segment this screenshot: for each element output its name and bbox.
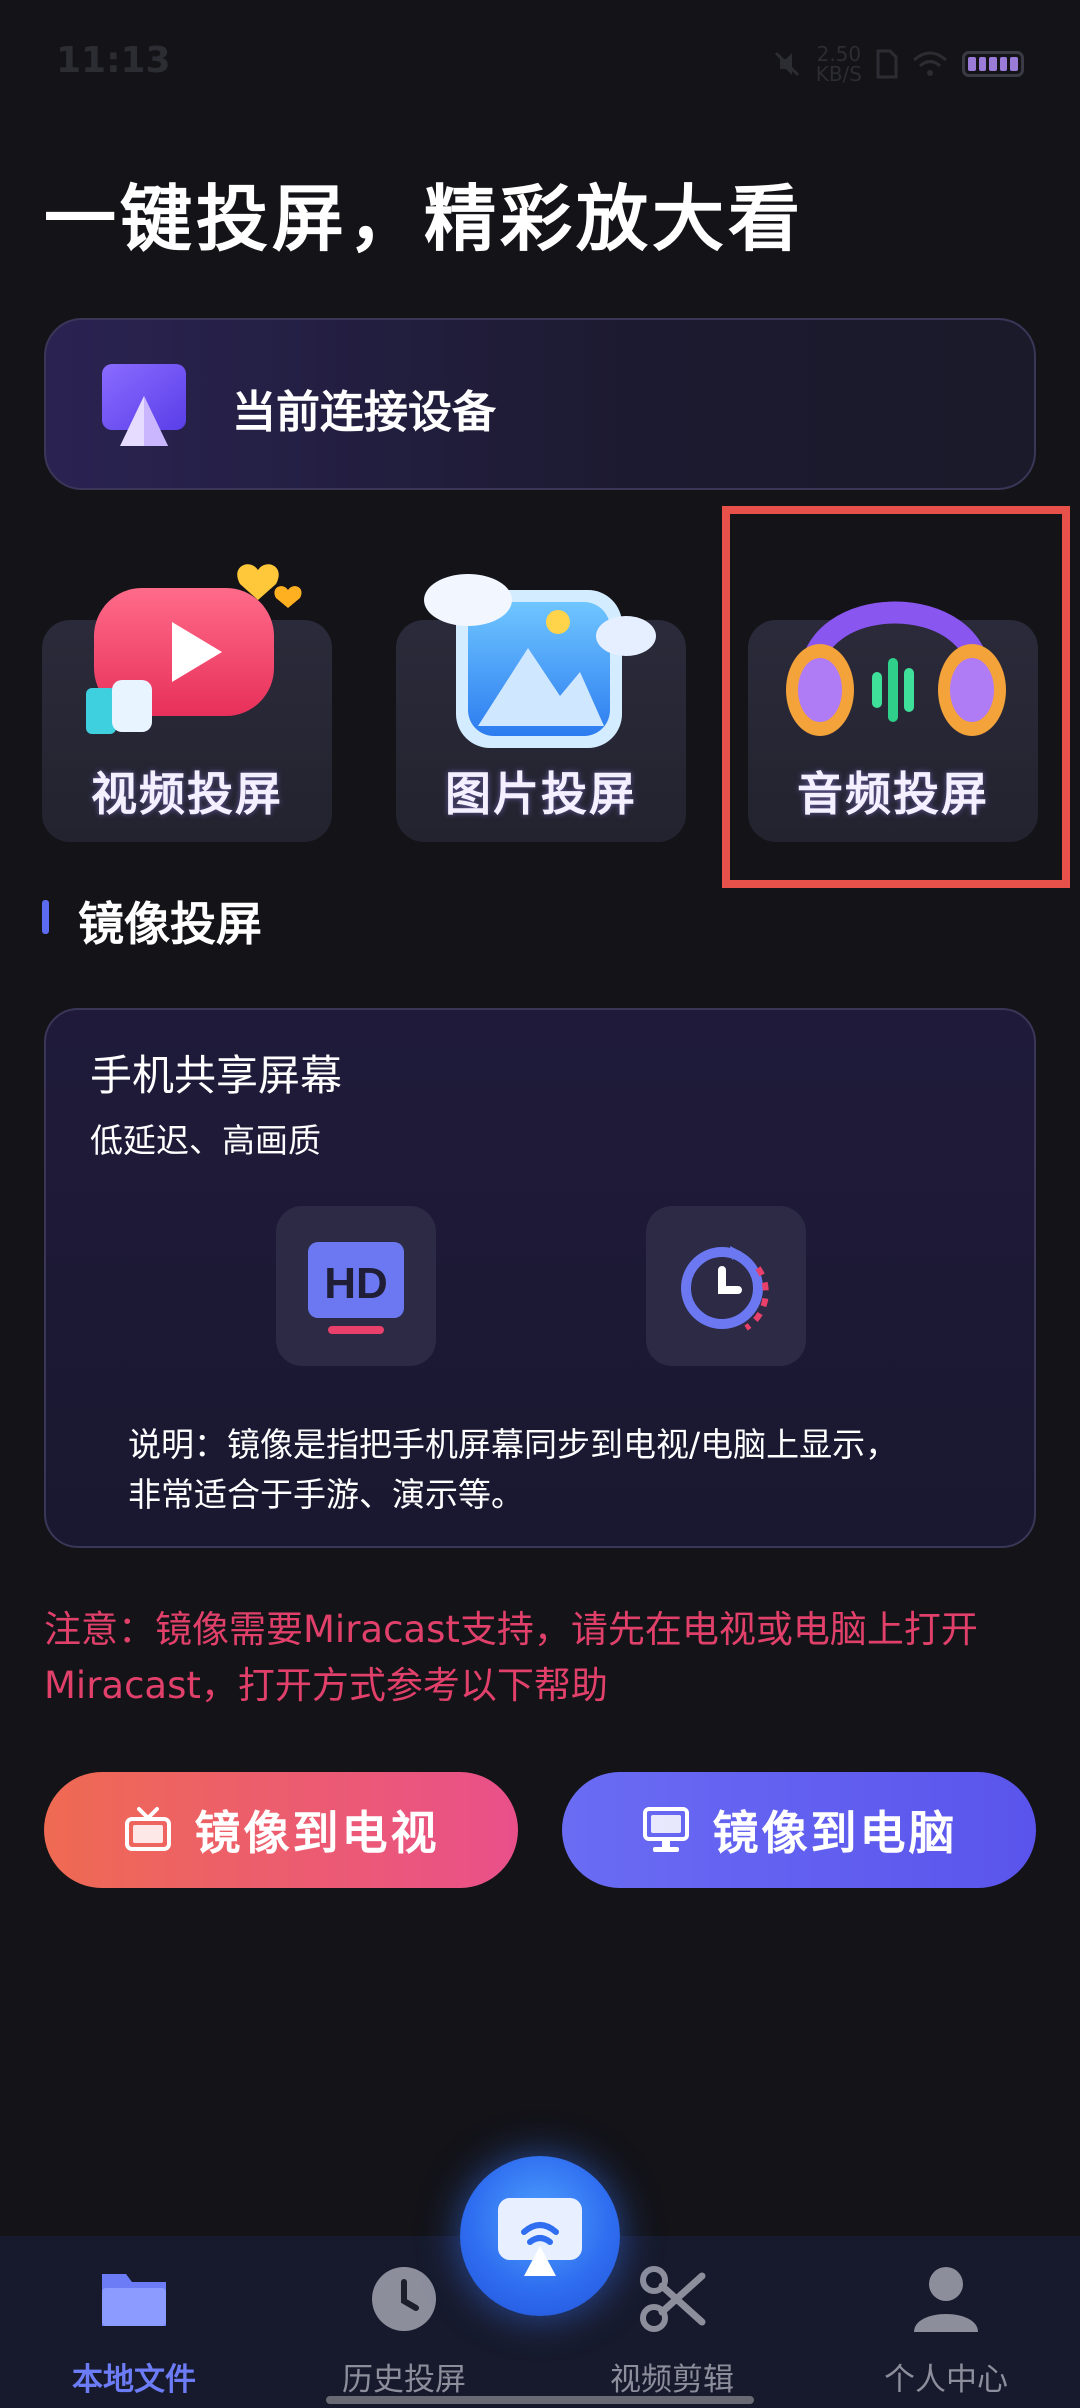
hd-icon-tile: HD [276,1206,436,1366]
mirror-card-subtitle: 低延迟、高画质 [90,1121,321,1160]
folder-icon [102,2274,166,2326]
network-speed: 2.50 KB/S [815,42,862,86]
cast-icon [498,2198,582,2276]
home-indicator[interactable] [326,2396,754,2404]
mirror-share-card[interactable]: 手机共享屏幕 低延迟、高画质 HD 说明：镜像是指把手机屏幕同步到电视/电脑上显… [44,1008,1036,1548]
status-icons: 2.50 KB/S [772,44,1024,84]
sim-icon [876,49,898,79]
mirror-description: 说明：镜像是指把手机屏幕同步到电视/电脑上显示， 非常适合于手游、演示等。 [128,1425,899,1514]
nav-history[interactable]: 历史投屏 [304,2264,504,2399]
section-accent-bar [42,900,49,934]
nav-local-files[interactable]: 本地文件 [34,2264,234,2399]
cast-device-icon [102,364,186,446]
latency-clock-icon [681,1246,769,1331]
current-device-card[interactable]: 当前连接设备 [44,318,1036,490]
video-cast-label: 视频投屏 [91,767,283,821]
mirror-to-tv-button[interactable]: 镜像到电视 [44,1772,518,1888]
current-device-label: 当前连接设备 [232,387,496,438]
mirror-to-pc-label: 镜像到电脑 [712,1806,958,1860]
mirror-to-tv-label: 镜像到电视 [194,1806,440,1860]
hd-icon: HD [308,1242,404,1334]
person-icon [914,2267,978,2332]
mirror-to-pc-button[interactable]: 镜像到电脑 [562,1772,1036,1888]
battery-icon [962,51,1024,77]
picture-icon [424,574,656,748]
image-cast-label: 图片投屏 [445,767,637,821]
video-play-icon [86,564,302,734]
clock-icon [372,2267,436,2331]
status-time: 11:13 [56,40,171,81]
mute-icon [774,51,799,77]
cast-fab-button[interactable] [460,2156,620,2316]
svg-text:HD: HD [324,1259,388,1308]
status-bar: 11:13 2.50 KB/S [0,0,1080,120]
section-title: 镜像投屏 [78,897,262,951]
nav-profile[interactable]: 个人中心 [846,2264,1046,2399]
mirror-card-title: 手机共享屏幕 [90,1051,343,1100]
highlight-box [722,506,1070,888]
tv-icon [124,1807,171,1851]
app-screen: 11:13 2.50 KB/S 一键投屏，精彩放大看 当前连接设备 视频投屏 图… [0,0,1080,2408]
monitor-icon [642,1807,689,1852]
page-title: 一键投屏，精彩放大看 [44,177,805,261]
miracast-notice: 注意：镜像需要Miracast支持，请先在电视或电脑上打开 Miracast，打… [44,1608,978,1707]
latency-icon-tile [646,1206,806,1366]
wifi-icon [913,51,947,76]
scissors-icon [640,2266,706,2332]
